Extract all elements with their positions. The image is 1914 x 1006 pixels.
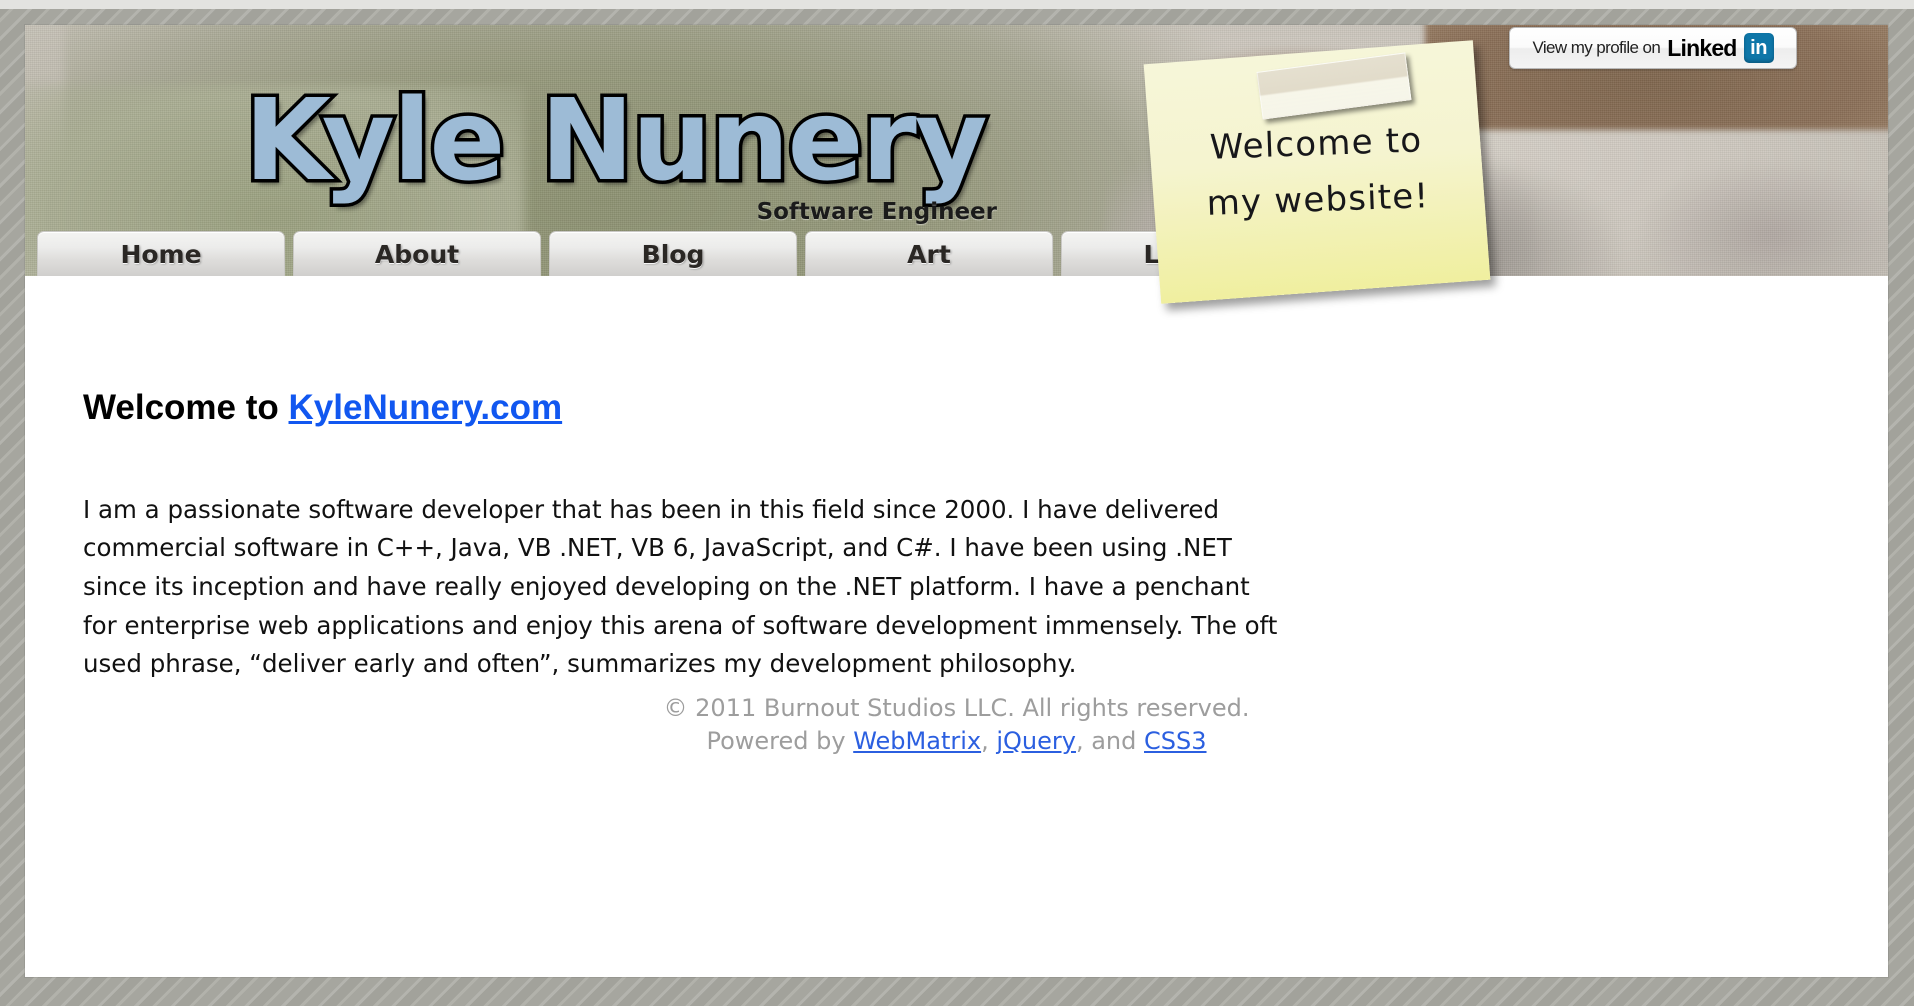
webmatrix-link[interactable]: WebMatrix: [853, 727, 981, 755]
sticky-note-text: Welcome to my website!: [1206, 120, 1430, 224]
site-footer: © 2011 Burnout Studios LLC. All rights r…: [25, 694, 1888, 756]
linkedin-brand-text: Linked: [1667, 34, 1737, 61]
jquery-link[interactable]: jQuery: [996, 727, 1076, 755]
site-container: Kyle Nunery Software Engineer Home About…: [25, 25, 1888, 977]
kylenunery-link[interactable]: KyleNunery.com: [289, 388, 563, 427]
footer-copyright: © 2011 Burnout Studios LLC. All rights r…: [663, 694, 1250, 722]
linkedin-profile-badge[interactable]: View my profile on Linked in: [1509, 27, 1797, 69]
footer-separator-2: , and: [1075, 727, 1145, 756]
page-title-prefix: Welcome to: [83, 388, 289, 428]
linkedin-badge-text: View my profile on: [1532, 38, 1661, 57]
nav-tab-blog[interactable]: Blog: [549, 231, 797, 276]
main-content: Welcome to KyleNunery.com I am a passion…: [25, 276, 1888, 977]
page-title: Welcome to KyleNunery.com: [83, 388, 562, 428]
footer-powered-by: Powered by WebMatrix, jQuery, and CSS3: [25, 727, 1888, 755]
nav-tab-home[interactable]: Home: [37, 231, 285, 276]
footer-separator-1: ,: [981, 727, 997, 756]
top-edge-strip: [0, 0, 1914, 9]
nav-tab-about[interactable]: About: [293, 231, 541, 276]
css3-link[interactable]: CSS3: [1144, 727, 1207, 755]
intro-paragraph: I am a passionate software developer tha…: [83, 494, 1278, 679]
linkedin-icon: in: [1743, 33, 1774, 63]
nav-tab-art[interactable]: Art: [805, 231, 1053, 276]
footer-powered-prefix: Powered by: [706, 727, 854, 756]
